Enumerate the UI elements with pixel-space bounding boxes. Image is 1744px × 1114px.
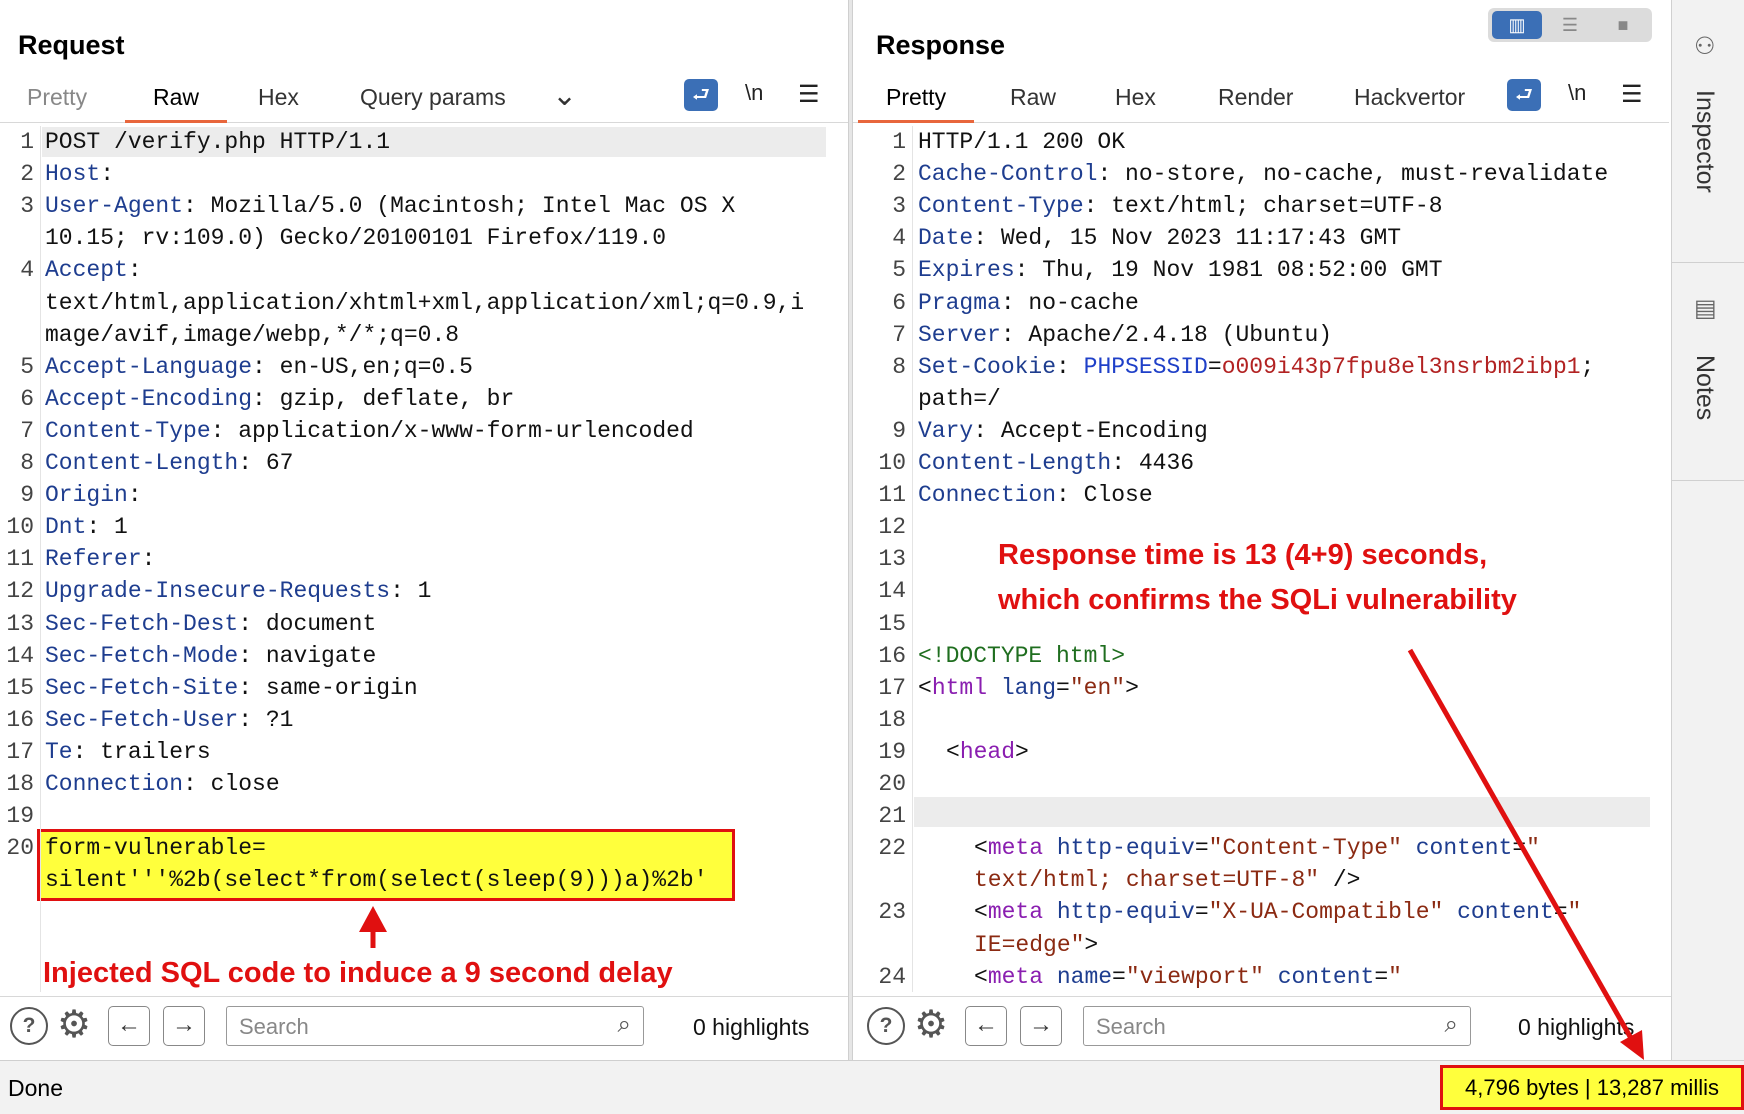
up-arrow-icon xyxy=(359,906,387,948)
annotation-arrows xyxy=(359,648,1644,1060)
diagonal-arrow-icon xyxy=(1407,648,1644,1060)
